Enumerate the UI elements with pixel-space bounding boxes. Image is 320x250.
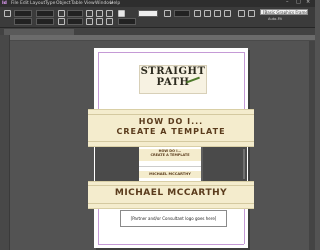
scale-x-icon[interactable] bbox=[58, 10, 65, 17]
scale-y-icon[interactable] bbox=[58, 18, 65, 25]
menu-layout[interactable]: Layout bbox=[30, 0, 45, 7]
reference-point-icon[interactable] bbox=[4, 10, 11, 17]
align-center-icon[interactable] bbox=[214, 10, 221, 17]
title-line-1: HOW DO I... bbox=[138, 117, 204, 126]
shear-icon[interactable] bbox=[86, 18, 93, 25]
select-content-icon[interactable] bbox=[106, 18, 113, 25]
document-title: HOW DO I... CREATE A TEMPLATE bbox=[88, 117, 254, 137]
menu-view[interactable]: View bbox=[84, 0, 95, 7]
flip-horizontal-icon[interactable] bbox=[96, 10, 103, 17]
vertical-scrollbar[interactable] bbox=[309, 41, 315, 250]
band-rule bbox=[88, 203, 254, 204]
title-line-2: CREATE A TEMPLATE bbox=[116, 127, 226, 136]
band-rule bbox=[88, 141, 254, 142]
video-side-panel-right bbox=[203, 147, 247, 181]
menu-object[interactable]: Object bbox=[56, 0, 71, 7]
menu-file[interactable]: File bbox=[11, 0, 19, 7]
close-icon[interactable]: × bbox=[306, 0, 310, 5]
author-name: MICHAEL MCCARTHY bbox=[114, 188, 228, 198]
author-band[interactable]: MICHAEL MCCARTHY bbox=[88, 181, 254, 209]
partner-logo-placeholder[interactable]: [Partner and/or Consultant logo goes her… bbox=[120, 210, 227, 227]
menu-help[interactable]: Help bbox=[110, 0, 120, 7]
band-rule bbox=[88, 114, 254, 115]
fill-swatch-icon[interactable] bbox=[118, 10, 125, 17]
object-style-select[interactable]: [Basic Graphics Frame]+ bbox=[260, 9, 308, 15]
minimize-icon[interactable]: – bbox=[286, 0, 289, 5]
menu-type[interactable]: Type bbox=[45, 0, 55, 7]
fit-frame-icon[interactable] bbox=[248, 10, 255, 17]
opacity-field[interactable] bbox=[174, 10, 190, 17]
scale-y-field[interactable] bbox=[67, 18, 83, 25]
y-field[interactable] bbox=[14, 18, 32, 25]
width-field[interactable] bbox=[36, 10, 54, 17]
video-rule bbox=[139, 166, 201, 167]
align-left-icon[interactable] bbox=[204, 10, 211, 17]
select-container-icon[interactable] bbox=[106, 10, 113, 17]
logo-line-1: STRAIGHT bbox=[140, 66, 206, 77]
video-panel-strip bbox=[243, 149, 245, 179]
menu-edit[interactable]: Edit bbox=[20, 0, 29, 7]
rotate-icon[interactable] bbox=[86, 10, 93, 17]
app-logo: Id bbox=[2, 1, 7, 6]
x-field[interactable] bbox=[14, 10, 32, 17]
text-wrap-icon[interactable] bbox=[194, 10, 201, 17]
menu-table[interactable]: Table bbox=[71, 0, 83, 7]
margin-guide-top bbox=[98, 52, 244, 53]
margin-guide-bottom bbox=[98, 244, 244, 245]
vertical-ruler[interactable] bbox=[0, 35, 10, 250]
stroke-weight-field[interactable] bbox=[118, 18, 136, 25]
document-tab-strip bbox=[0, 28, 315, 35]
straight-path-logo[interactable]: STRAIGHT PATH bbox=[139, 65, 207, 94]
menu-bar: Id File Edit Layout Type Object Table Vi… bbox=[0, 0, 315, 7]
video-title-band: HOW DO I... CREATE A TEMPLATE bbox=[139, 149, 201, 161]
flip-vertical-icon[interactable] bbox=[96, 18, 103, 25]
autofit-checkbox[interactable]: Auto-Fit bbox=[268, 17, 282, 21]
stroke-type-select[interactable] bbox=[138, 10, 158, 17]
video-preview-page: HOW DO I... CREATE A TEMPLATE MICHAEL MC… bbox=[139, 147, 201, 181]
opacity-icon[interactable] bbox=[164, 10, 171, 17]
align-right-icon[interactable] bbox=[224, 10, 231, 17]
video-author: MICHAEL MCCARTHY bbox=[139, 171, 201, 178]
video-preview-frame[interactable]: HOW DO I... CREATE A TEMPLATE MICHAEL MC… bbox=[95, 147, 247, 181]
fitting-icon[interactable] bbox=[238, 10, 245, 17]
maximize-icon[interactable]: □ bbox=[296, 0, 301, 5]
horizontal-ruler[interactable] bbox=[9, 35, 315, 41]
video-side-panel-left bbox=[95, 147, 139, 181]
title-band[interactable]: HOW DO I... CREATE A TEMPLATE bbox=[88, 109, 254, 147]
control-toolbar: [Basic Graphics Frame]+ Auto-Fit bbox=[0, 7, 315, 28]
band-rule bbox=[88, 185, 254, 186]
height-field[interactable] bbox=[36, 18, 54, 25]
scale-x-field[interactable] bbox=[67, 10, 83, 17]
video-title-line-2: CREATE A TEMPLATE bbox=[150, 152, 190, 157]
